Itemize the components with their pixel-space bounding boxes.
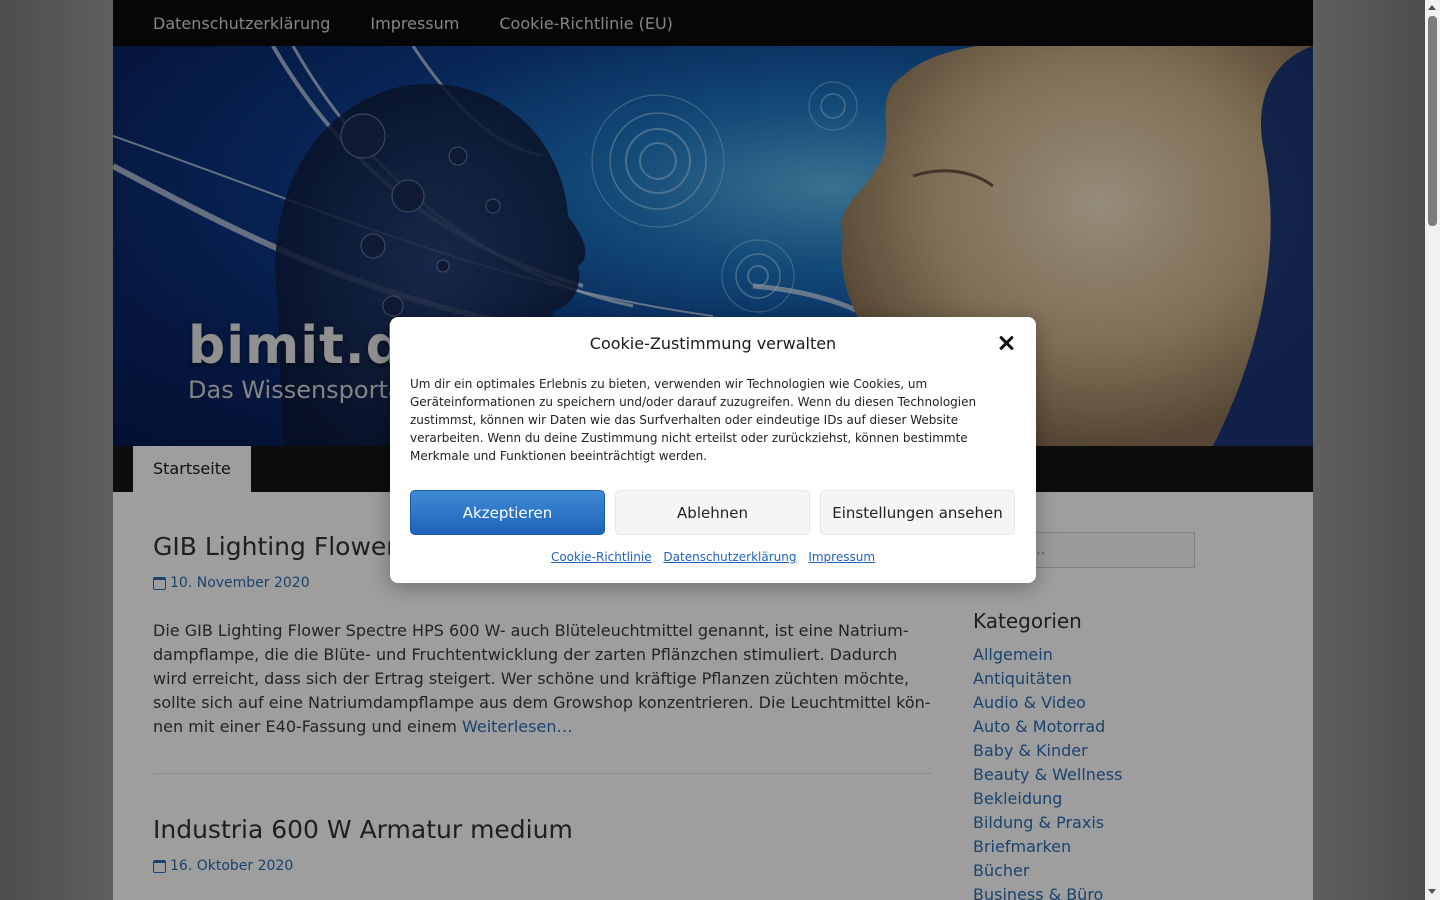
privacy-policy-link[interactable]: Datenschutzerklärung [663, 550, 796, 564]
scroll-down-icon[interactable] [1428, 889, 1436, 894]
scroll-up-icon[interactable] [1428, 5, 1436, 10]
cookie-dialog-text: Um dir ein optimales Erlebnis zu bieten,… [410, 377, 977, 463]
cookie-dialog-links: Cookie-Richtlinie Datenschutzerklärung I… [390, 550, 1036, 564]
deny-button[interactable]: Ablehnen [615, 490, 810, 535]
view-settings-button[interactable]: Einstellungen ansehen [820, 490, 1015, 535]
cookie-consent-dialog: Cookie-Zustimmung verwalten Um dir ein o… [390, 317, 1036, 583]
cookie-policy-link[interactable]: Cookie-Richtlinie [551, 550, 652, 564]
cookie-dialog-title: Cookie-Zustimmung verwalten [589, 334, 837, 353]
accept-button[interactable]: Akzeptieren [410, 490, 605, 535]
close-icon[interactable] [996, 333, 1016, 353]
scrollbar-thumb[interactable] [1428, 16, 1437, 226]
imprint-link[interactable]: Impressum [808, 550, 875, 564]
page-scrollbar[interactable] [1425, 0, 1440, 900]
